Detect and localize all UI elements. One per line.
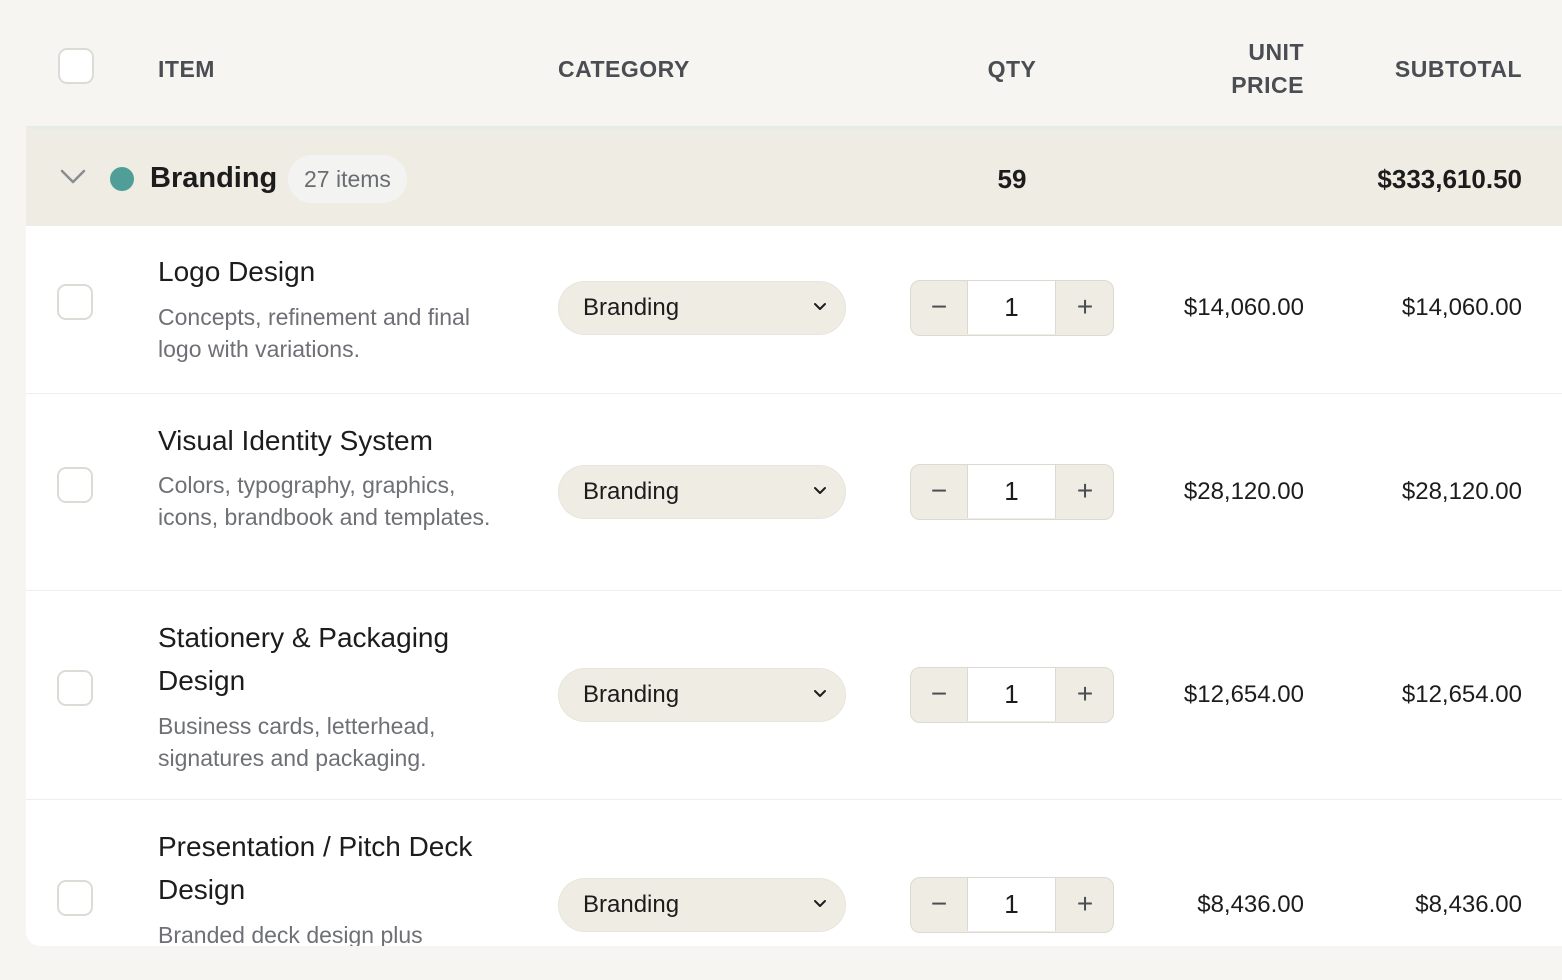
quantity-input[interactable]: 1 <box>967 281 1056 334</box>
category-select-value: Branding <box>583 891 680 918</box>
row-subtotal: $8,436.00 <box>1415 891 1522 918</box>
chevron-down-icon[interactable] <box>60 169 86 185</box>
select-all-checkbox[interactable] <box>58 48 94 84</box>
row-checkbox[interactable] <box>57 467 93 503</box>
decrement-button[interactable]: − <box>911 878 967 931</box>
increment-button[interactable]: + <box>1057 465 1113 518</box>
group-name: Branding <box>150 162 278 194</box>
row-subtotal: $12,654.00 <box>1401 681 1522 708</box>
item-description: Colors, typography, graphics, icons, bra… <box>158 472 491 530</box>
unit-price: $28,120.00 <box>1183 478 1304 505</box>
unit-price: $8,436.00 <box>1197 891 1304 918</box>
column-header-subtotal[interactable]: SUBTOTAL <box>1395 53 1522 86</box>
increment-button[interactable]: + <box>1057 281 1113 334</box>
chevron-down-icon <box>814 303 826 310</box>
group-item-count-badge: 27 items <box>288 155 407 203</box>
category-select-value: Branding <box>583 681 680 708</box>
group-qty-total: 59 <box>997 164 1027 194</box>
item-title: Stationery & Packaging Design <box>158 622 450 696</box>
group-row-branding[interactable]: Branding 27 items 59 $333,610.50 <box>26 129 1562 226</box>
column-header-item[interactable]: ITEM <box>158 53 215 86</box>
increment-button[interactable]: + <box>1057 668 1113 721</box>
table-row[interactable]: Presentation / Pitch Deck Design Branded… <box>26 800 1562 946</box>
decrement-button[interactable]: − <box>911 281 967 334</box>
row-checkbox[interactable] <box>57 880 93 916</box>
item-description: Business cards, letterhead, signatures a… <box>158 713 436 771</box>
quantity-input[interactable]: 1 <box>967 878 1056 931</box>
decrement-button[interactable]: − <box>911 465 967 518</box>
row-subtotal: $14,060.00 <box>1401 294 1522 321</box>
chevron-down-icon <box>814 900 826 907</box>
quantity-stepper: − 1 + <box>910 464 1114 520</box>
table-header: ITEM CATEGORY QTY UNIT PRICE SUBTOTAL <box>0 0 1562 128</box>
chevron-down-icon <box>814 487 826 494</box>
table-body: Branding 27 items 59 $333,610.50 Logo De… <box>26 126 1562 946</box>
table-row[interactable]: Stationery & Packaging Design Business c… <box>26 591 1562 800</box>
category-select[interactable]: Branding <box>558 878 846 932</box>
unit-price: $12,654.00 <box>1183 681 1304 708</box>
category-select[interactable]: Branding <box>558 465 846 519</box>
unit-price-line1: UNIT <box>1248 39 1304 65</box>
table-row[interactable]: Visual Identity System Colors, typograph… <box>26 394 1562 591</box>
row-checkbox[interactable] <box>57 284 93 320</box>
item-description: Concepts, refinement and final logo with… <box>158 304 470 362</box>
unit-price-line2: PRICE <box>1231 72 1304 98</box>
quantity-input[interactable]: 1 <box>967 668 1056 721</box>
quantity-stepper: − 1 + <box>910 280 1114 336</box>
category-select-value: Branding <box>583 478 680 505</box>
item-description: Branded deck design plus <box>158 922 423 946</box>
column-header-category[interactable]: CATEGORY <box>558 53 690 86</box>
column-header-qty[interactable]: QTY <box>940 53 1084 86</box>
table-row[interactable]: Logo Design Concepts, refinement and fin… <box>26 226 1562 394</box>
decrement-button[interactable]: − <box>911 668 967 721</box>
item-title: Logo Design <box>158 256 316 287</box>
category-select[interactable]: Branding <box>558 668 846 722</box>
quantity-stepper: − 1 + <box>910 667 1114 723</box>
item-title: Presentation / Pitch Deck Design <box>158 831 473 905</box>
quantity-stepper: − 1 + <box>910 877 1114 933</box>
row-subtotal: $28,120.00 <box>1401 478 1522 505</box>
group-subtotal: $333,610.50 <box>1377 164 1522 194</box>
category-select-value: Branding <box>583 294 680 321</box>
item-title: Visual Identity System <box>158 425 433 456</box>
column-header-unit-price[interactable]: UNIT PRICE <box>1231 36 1304 102</box>
unit-price: $14,060.00 <box>1183 294 1304 321</box>
group-color-dot <box>110 167 134 191</box>
increment-button[interactable]: + <box>1057 878 1113 931</box>
row-checkbox[interactable] <box>57 670 93 706</box>
chevron-down-icon <box>814 690 826 697</box>
quantity-input[interactable]: 1 <box>967 465 1056 518</box>
category-select[interactable]: Branding <box>558 281 846 335</box>
